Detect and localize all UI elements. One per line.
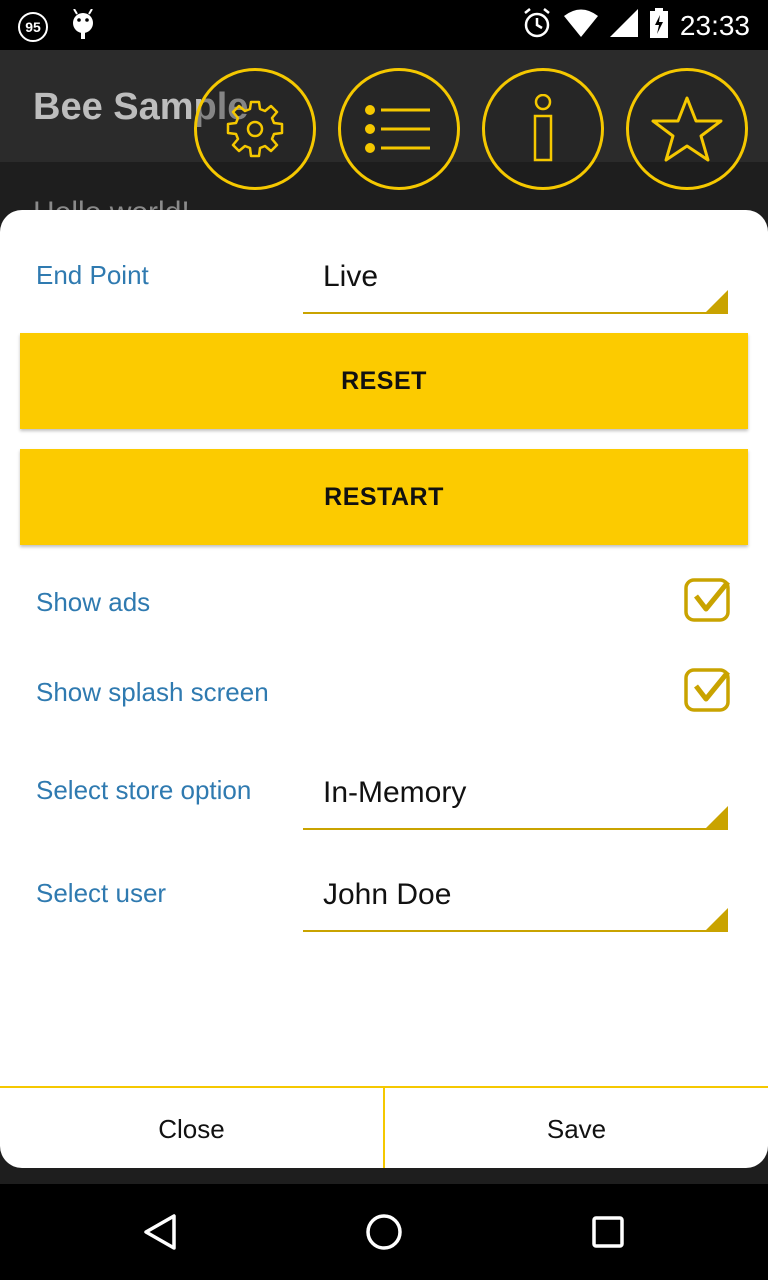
info-button[interactable] (482, 68, 604, 190)
end-point-value: Live (323, 260, 379, 293)
store-option-value: In-Memory (323, 776, 467, 809)
navigation-bar (0, 1184, 768, 1280)
dropdown-triangle-icon (706, 290, 728, 312)
select-user-spinner[interactable]: John Doe (303, 870, 728, 932)
show-ads-label: Show ads (36, 587, 151, 617)
checkmark-icon (684, 578, 730, 622)
select-user-value: John Doe (323, 878, 452, 911)
gear-icon (226, 100, 284, 158)
checkmark-icon (684, 668, 730, 712)
select-user-label: Select user (36, 878, 167, 908)
store-option-label: Select store option (36, 775, 252, 805)
star-icon (651, 96, 723, 162)
list-icon (365, 105, 430, 153)
dropdown-triangle-icon (706, 806, 728, 828)
end-point-label: End Point (36, 260, 149, 290)
clock: 23:33 (679, 9, 750, 41)
battery-icon (649, 8, 668, 43)
info-icon (533, 94, 553, 162)
favorite-button[interactable] (626, 68, 748, 190)
recents-icon[interactable] (588, 1212, 628, 1252)
reset-button[interactable]: RESET (20, 333, 748, 429)
show-ads-checkbox[interactable] (684, 576, 732, 624)
save-button[interactable]: Save (385, 1088, 768, 1168)
android-icon (70, 8, 96, 44)
close-button[interactable]: Close (0, 1088, 383, 1168)
notification-badge: 95 (18, 11, 48, 42)
wifi-icon (563, 9, 598, 42)
dropdown-triangle-icon (706, 908, 728, 930)
settings-button[interactable] (194, 68, 316, 190)
status-bar: 95 23:33 (0, 0, 768, 50)
show-splash-label: Show splash screen (36, 677, 269, 707)
store-option-spinner[interactable]: In-Memory (303, 768, 728, 830)
list-button[interactable] (338, 68, 460, 190)
show-splash-checkbox[interactable] (684, 666, 732, 714)
home-icon[interactable] (364, 1212, 404, 1252)
settings-dialog: End Point Live RESET RESTART Show ads Sh… (0, 210, 768, 1168)
alarm-icon (522, 7, 552, 44)
dialog-footer: Close Save (0, 1086, 768, 1168)
end-point-spinner[interactable]: Live (303, 252, 728, 314)
back-icon[interactable] (140, 1212, 180, 1252)
signal-icon (609, 9, 638, 42)
restart-button[interactable]: RESTART (20, 449, 748, 545)
